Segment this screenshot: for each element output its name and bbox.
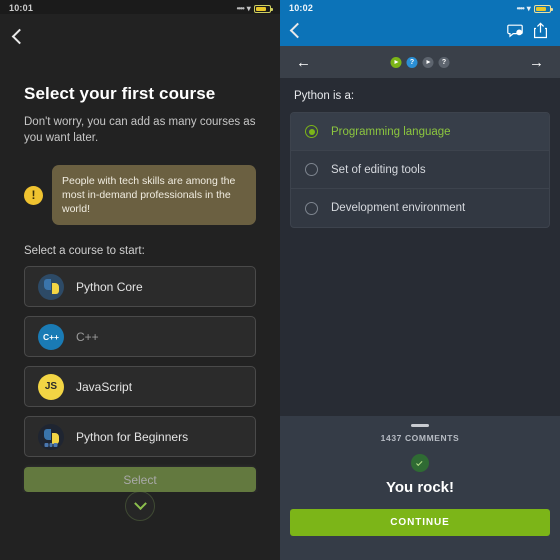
signal-icon: •••• [516,4,525,13]
back-button[interactable] [289,22,306,38]
quiz-option-development-environment[interactable]: Development environment [291,189,549,227]
quiz-option-editing-tools[interactable]: Set of editing tools [291,151,549,189]
status-time: 10:02 [289,3,314,13]
course-card-javascript[interactable]: JS JavaScript [24,366,256,407]
right-screen: 10:02 •••• ▾ ← ? ? → Python is a: Progra… [280,0,560,560]
expand-list-button[interactable] [125,491,155,521]
radio-icon[interactable] [305,125,318,138]
quiz-question: Python is a: [294,90,355,102]
info-banner: ! People with tech skills are among the … [24,165,256,225]
course-name: Python for Beginners [76,429,189,444]
screens-container: 10:01 •••• ▾ Select your first course Do… [0,0,560,560]
step-navigation: ← ? ? → [280,46,560,78]
chevron-down-icon [133,496,147,510]
check-icon [411,454,429,472]
quiz-option-label: Programming language [331,125,451,138]
page-subtitle: Don't worry, you can add as many courses… [24,116,256,144]
drag-handle[interactable] [411,424,429,427]
prev-step-button[interactable]: ← [296,55,311,70]
course-card-python-core[interactable]: Python Core [24,266,256,307]
course-name: Python Core [76,279,143,294]
course-name: C++ [76,329,99,344]
sheet-bottom-padding [290,536,550,560]
python-beginners-icon [38,423,64,450]
wifi-icon: ▾ [246,4,251,13]
share-icon[interactable] [533,21,548,39]
left-screen: 10:01 •••• ▾ Select your first course Do… [0,0,280,560]
comments-count[interactable]: 1437 COMMENTS [290,433,550,443]
status-icons: •••• ▾ [516,4,553,13]
step-dot-2-quiz-current[interactable]: ? [406,56,418,68]
exclamation-icon: ! [24,185,43,205]
info-banner-text: People with tech skills are among the mo… [52,165,256,225]
page-title: Select your first course [24,84,216,103]
battery-icon [254,5,273,13]
left-navbar [0,14,280,58]
select-button-wrap: Select [0,467,280,492]
course-card-cpp[interactable]: C++ C++ [24,316,256,357]
quiz-option-programming-language[interactable]: Programming language [291,113,549,151]
select-button[interactable]: Select [24,467,256,492]
quiz-options: Programming language Set of editing tool… [290,112,550,228]
radio-icon[interactable] [305,163,318,176]
js-icon: JS [38,373,64,400]
step-dot-4-quiz-pending[interactable]: ? [438,56,450,68]
step-dot-1-video-done[interactable] [390,56,402,68]
quiz-area: Python is a: Programming language Set of… [280,78,560,228]
step-dot-3-video-pending[interactable] [422,56,434,68]
cpp-icon: C++ [38,323,64,350]
wifi-icon: ▾ [526,4,531,13]
status-time: 10:01 [9,3,34,13]
quiz-option-label: Development environment [331,202,466,214]
battery-icon [534,5,553,13]
course-list-label: Select a course to start: [24,245,145,257]
right-navbar [280,14,560,46]
back-button[interactable] [11,28,28,44]
right-status-bar: 10:02 •••• ▾ [280,0,560,14]
continue-button[interactable]: CONTINUE [290,509,550,536]
step-dots: ? ? [390,56,450,68]
python-icon [38,273,64,300]
radio-icon[interactable] [305,201,318,215]
left-status-bar: 10:01 •••• ▾ [0,0,280,14]
course-card-python-beginners[interactable]: Python for Beginners [24,416,256,457]
quiz-option-label: Set of editing tools [331,163,426,176]
course-name: JavaScript [76,379,133,394]
status-icons: •••• ▾ [236,4,273,13]
comment-bubble-icon[interactable] [506,22,523,39]
signal-icon: •••• [236,4,245,13]
success-title: You rock! [385,479,455,496]
bottom-sheet: 1437 COMMENTS You rock! CONTINUE [280,416,560,560]
left-content: Select your first course Don't worry, yo… [0,84,280,521]
next-step-button[interactable]: → [529,55,544,70]
